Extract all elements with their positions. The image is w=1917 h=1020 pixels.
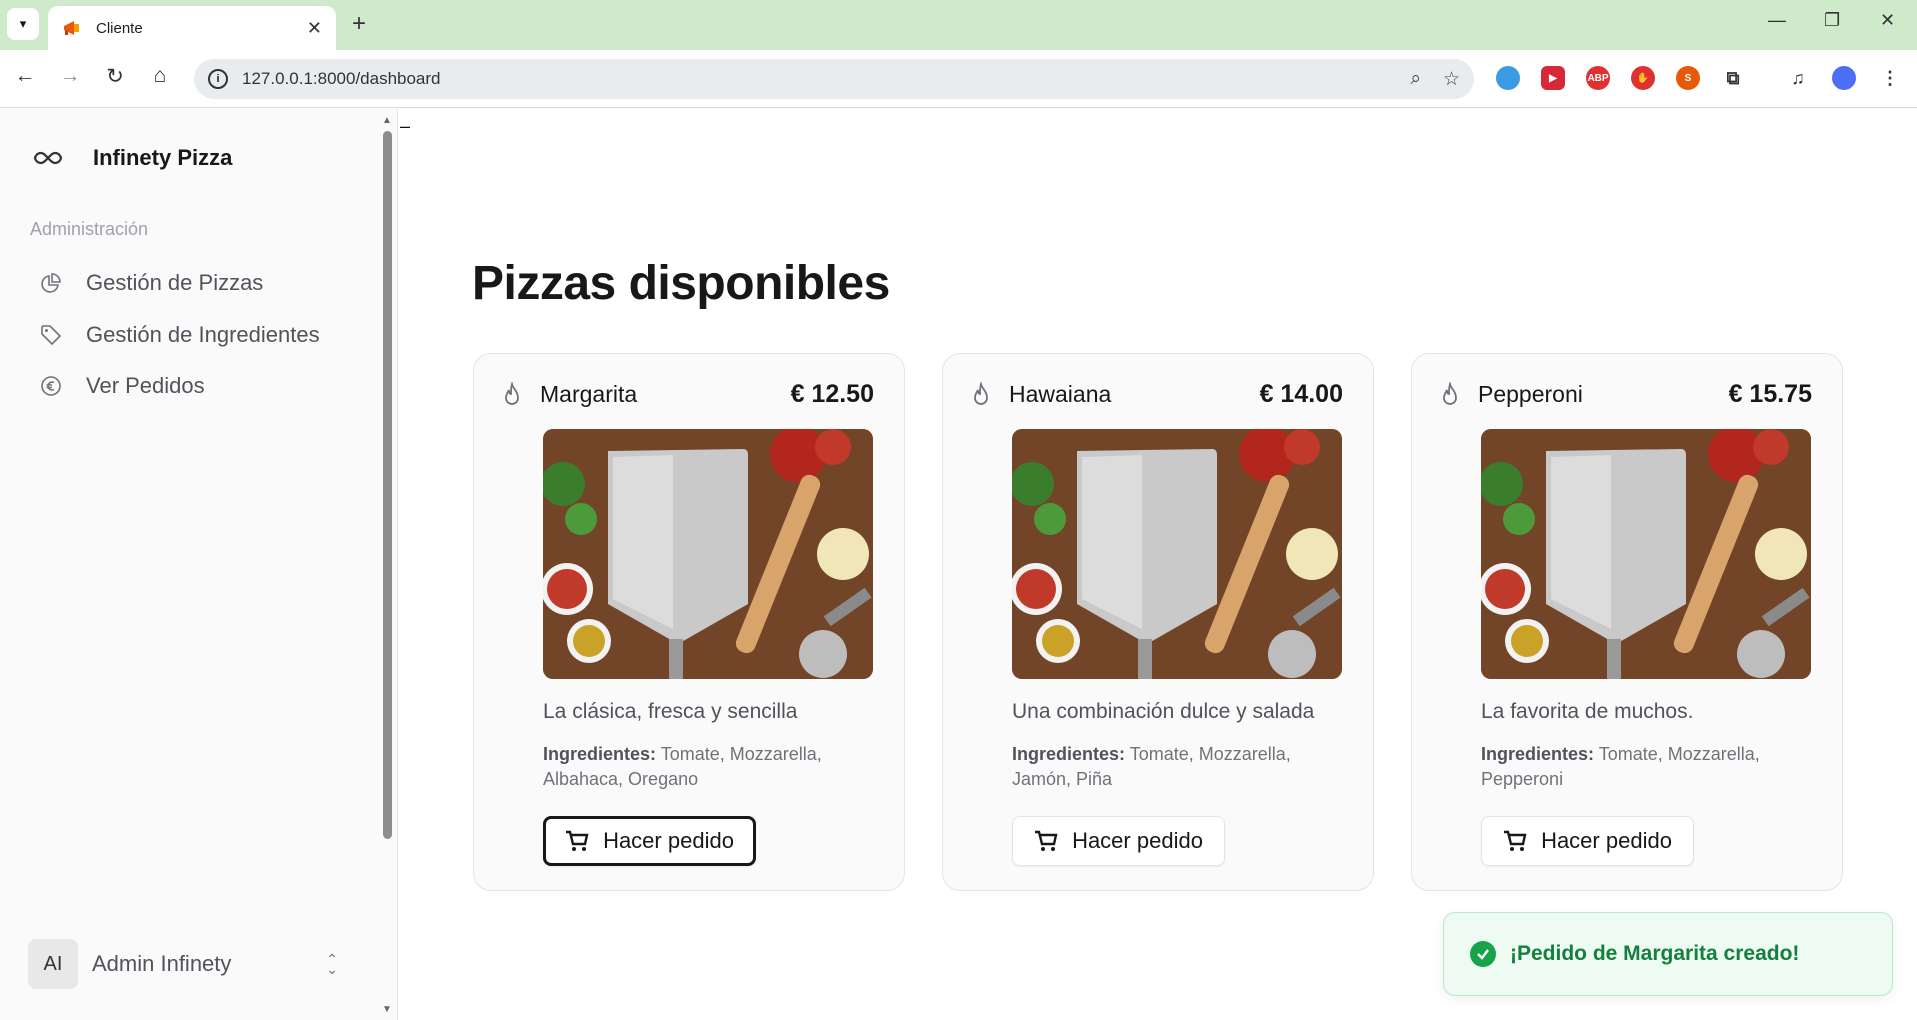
ingredients-label: Ingredientes: [543,744,657,764]
megaphone-icon [64,21,79,35]
pizza-description: La favorita de muchos. [1481,700,1694,723]
scroll-down-arrow[interactable]: ▼ [382,1004,392,1015]
pizza-name: Hawaiana [1009,381,1112,407]
pizza-name: Margarita [540,381,638,407]
pizza-price: € 12.50 [790,380,874,408]
chevron-down-icon: ▾ [19,16,27,31]
pizza-price: € 15.75 [1728,380,1812,408]
brand-name: Infinety Pizza [93,145,233,170]
back-icon[interactable]: ← [10,64,40,88]
pizza-image [543,429,873,679]
close-window-icon[interactable]: ✕ [1880,10,1895,31]
forward-icon[interactable]: → [55,64,85,88]
more-menu-icon[interactable]: ⋮ [1878,66,1902,90]
adblock-icon[interactable]: ABP [1586,66,1610,90]
browser-toolbar: ← → ↻ ⌂ i 127.0.0.1:8000/dashboard ⌕ ☆ ▶… [0,50,1917,108]
pizza-card: Pepperoni € 15.75 La favorita de muchos.… [1411,353,1843,891]
tag-icon [41,325,62,346]
text-cursor-mark: – [400,116,411,136]
order-button-label: Hacer pedido [1541,828,1672,853]
euro-icon [41,376,61,396]
reload-icon[interactable]: ↻ [100,64,130,89]
user-name: Admin Infinety [92,951,232,976]
extensions-puzzle-icon[interactable]: ⧉ [1721,66,1745,90]
cart-icon [1035,830,1058,851]
restore-icon[interactable]: ❐ [1824,10,1840,31]
cart-icon [1504,830,1527,851]
infinity-logo-icon [33,151,63,165]
pizza-description: Una combinación dulce y salada [1012,700,1315,723]
cloud-extension-icon[interactable] [1496,66,1520,90]
avatar: AI [28,939,78,989]
order-button-label: Hacer pedido [1072,828,1203,853]
video-extension-icon[interactable]: ▶ [1541,66,1565,90]
sidebar-item-pedidos[interactable]: Ver Pedidos [40,373,205,399]
zoom-icon[interactable]: ⌕ [1410,68,1421,90]
pizza-card: Hawaiana € 14.00 Una combinación dulce y… [942,353,1374,891]
pizza-description: La clásica, fresca y sencilla [543,700,798,723]
chevron-up-down-icon: ⌃ ⌄ [326,951,338,977]
ublock-icon[interactable]: ✋ [1631,66,1655,90]
minimize-icon[interactable]: — [1768,10,1786,31]
scroll-up-arrow[interactable]: ▲ [382,115,392,126]
scrollbar-thumb[interactable] [383,131,392,839]
pie-chart-icon [41,273,61,293]
sidebar-item-label: Gestión de Ingredientes [86,322,320,347]
pizza-card: Margarita € 12.50 La clásica, fresca y s… [473,353,905,891]
sidebar: Infinety Pizza Administración Gestión de… [0,109,398,1020]
section-label: Administración [30,219,149,239]
tab-search-button[interactable]: ▾ [7,8,39,40]
order-button-label: Hacer pedido [603,828,734,853]
sidebar-item-label: Gestión de Pizzas [86,270,264,295]
media-control-icon[interactable]: ♫ [1786,66,1810,90]
pizza-name: Pepperoni [1478,381,1583,407]
pizza-ingredients: Ingredientes: Tomate, Mozzarella, Pepper… [1481,742,1811,792]
page-title: Pizzas disponibles [472,257,890,310]
browser-tab[interactable]: Cliente ✕ [48,6,336,50]
pizza-image [1481,429,1811,679]
brand[interactable]: Infinety Pizza [33,145,232,171]
cart-icon [566,830,589,851]
user-menu[interactable]: AI Admin Infinety ⌃ ⌄ [28,939,338,989]
site-info-icon[interactable]: i [208,69,228,89]
flame-icon [974,381,988,405]
pizza-ingredients: Ingredientes: Tomate, Mozzarella, Jamón,… [1012,742,1342,792]
order-button[interactable]: Hacer pedido [1481,816,1694,866]
sidebar-item-ingredientes[interactable]: Gestión de Ingredientes [40,322,320,348]
flame-icon [505,381,519,405]
order-button[interactable]: Hacer pedido [543,816,756,866]
order-button[interactable]: Hacer pedido [1012,816,1225,866]
sidebar-item-pizzas[interactable]: Gestión de Pizzas [40,270,263,296]
ingredients-label: Ingredientes: [1012,744,1126,764]
profile-avatar-icon[interactable] [1832,66,1856,90]
spiral-extension-icon[interactable]: S [1676,66,1700,90]
url-text[interactable]: 127.0.0.1:8000/dashboard [242,69,1388,89]
address-bar[interactable]: i 127.0.0.1:8000/dashboard ⌕ ☆ [194,59,1474,99]
pizza-price: € 14.00 [1259,380,1343,408]
pizza-image [1012,429,1342,679]
home-icon[interactable]: ⌂ [145,64,175,88]
browser-tab-bar: ▾ Cliente ✕ + — ❐ ✕ [0,0,1917,50]
toast-message: ¡Pedido de Margarita creado! [1510,942,1800,965]
ingredients-label: Ingredientes: [1481,744,1595,764]
tab-title: Cliente [96,19,143,37]
bookmark-star-icon[interactable]: ☆ [1443,68,1460,91]
close-tab-icon[interactable]: ✕ [307,18,322,39]
success-toast[interactable]: ¡Pedido de Margarita creado! [1443,912,1893,996]
sidebar-item-label: Ver Pedidos [86,373,205,398]
check-circle-icon [1470,941,1496,967]
new-tab-button[interactable]: + [352,10,366,38]
pizza-ingredients: Ingredientes: Tomate, Mozzarella, Albaha… [543,742,873,792]
flame-icon [1443,381,1457,405]
